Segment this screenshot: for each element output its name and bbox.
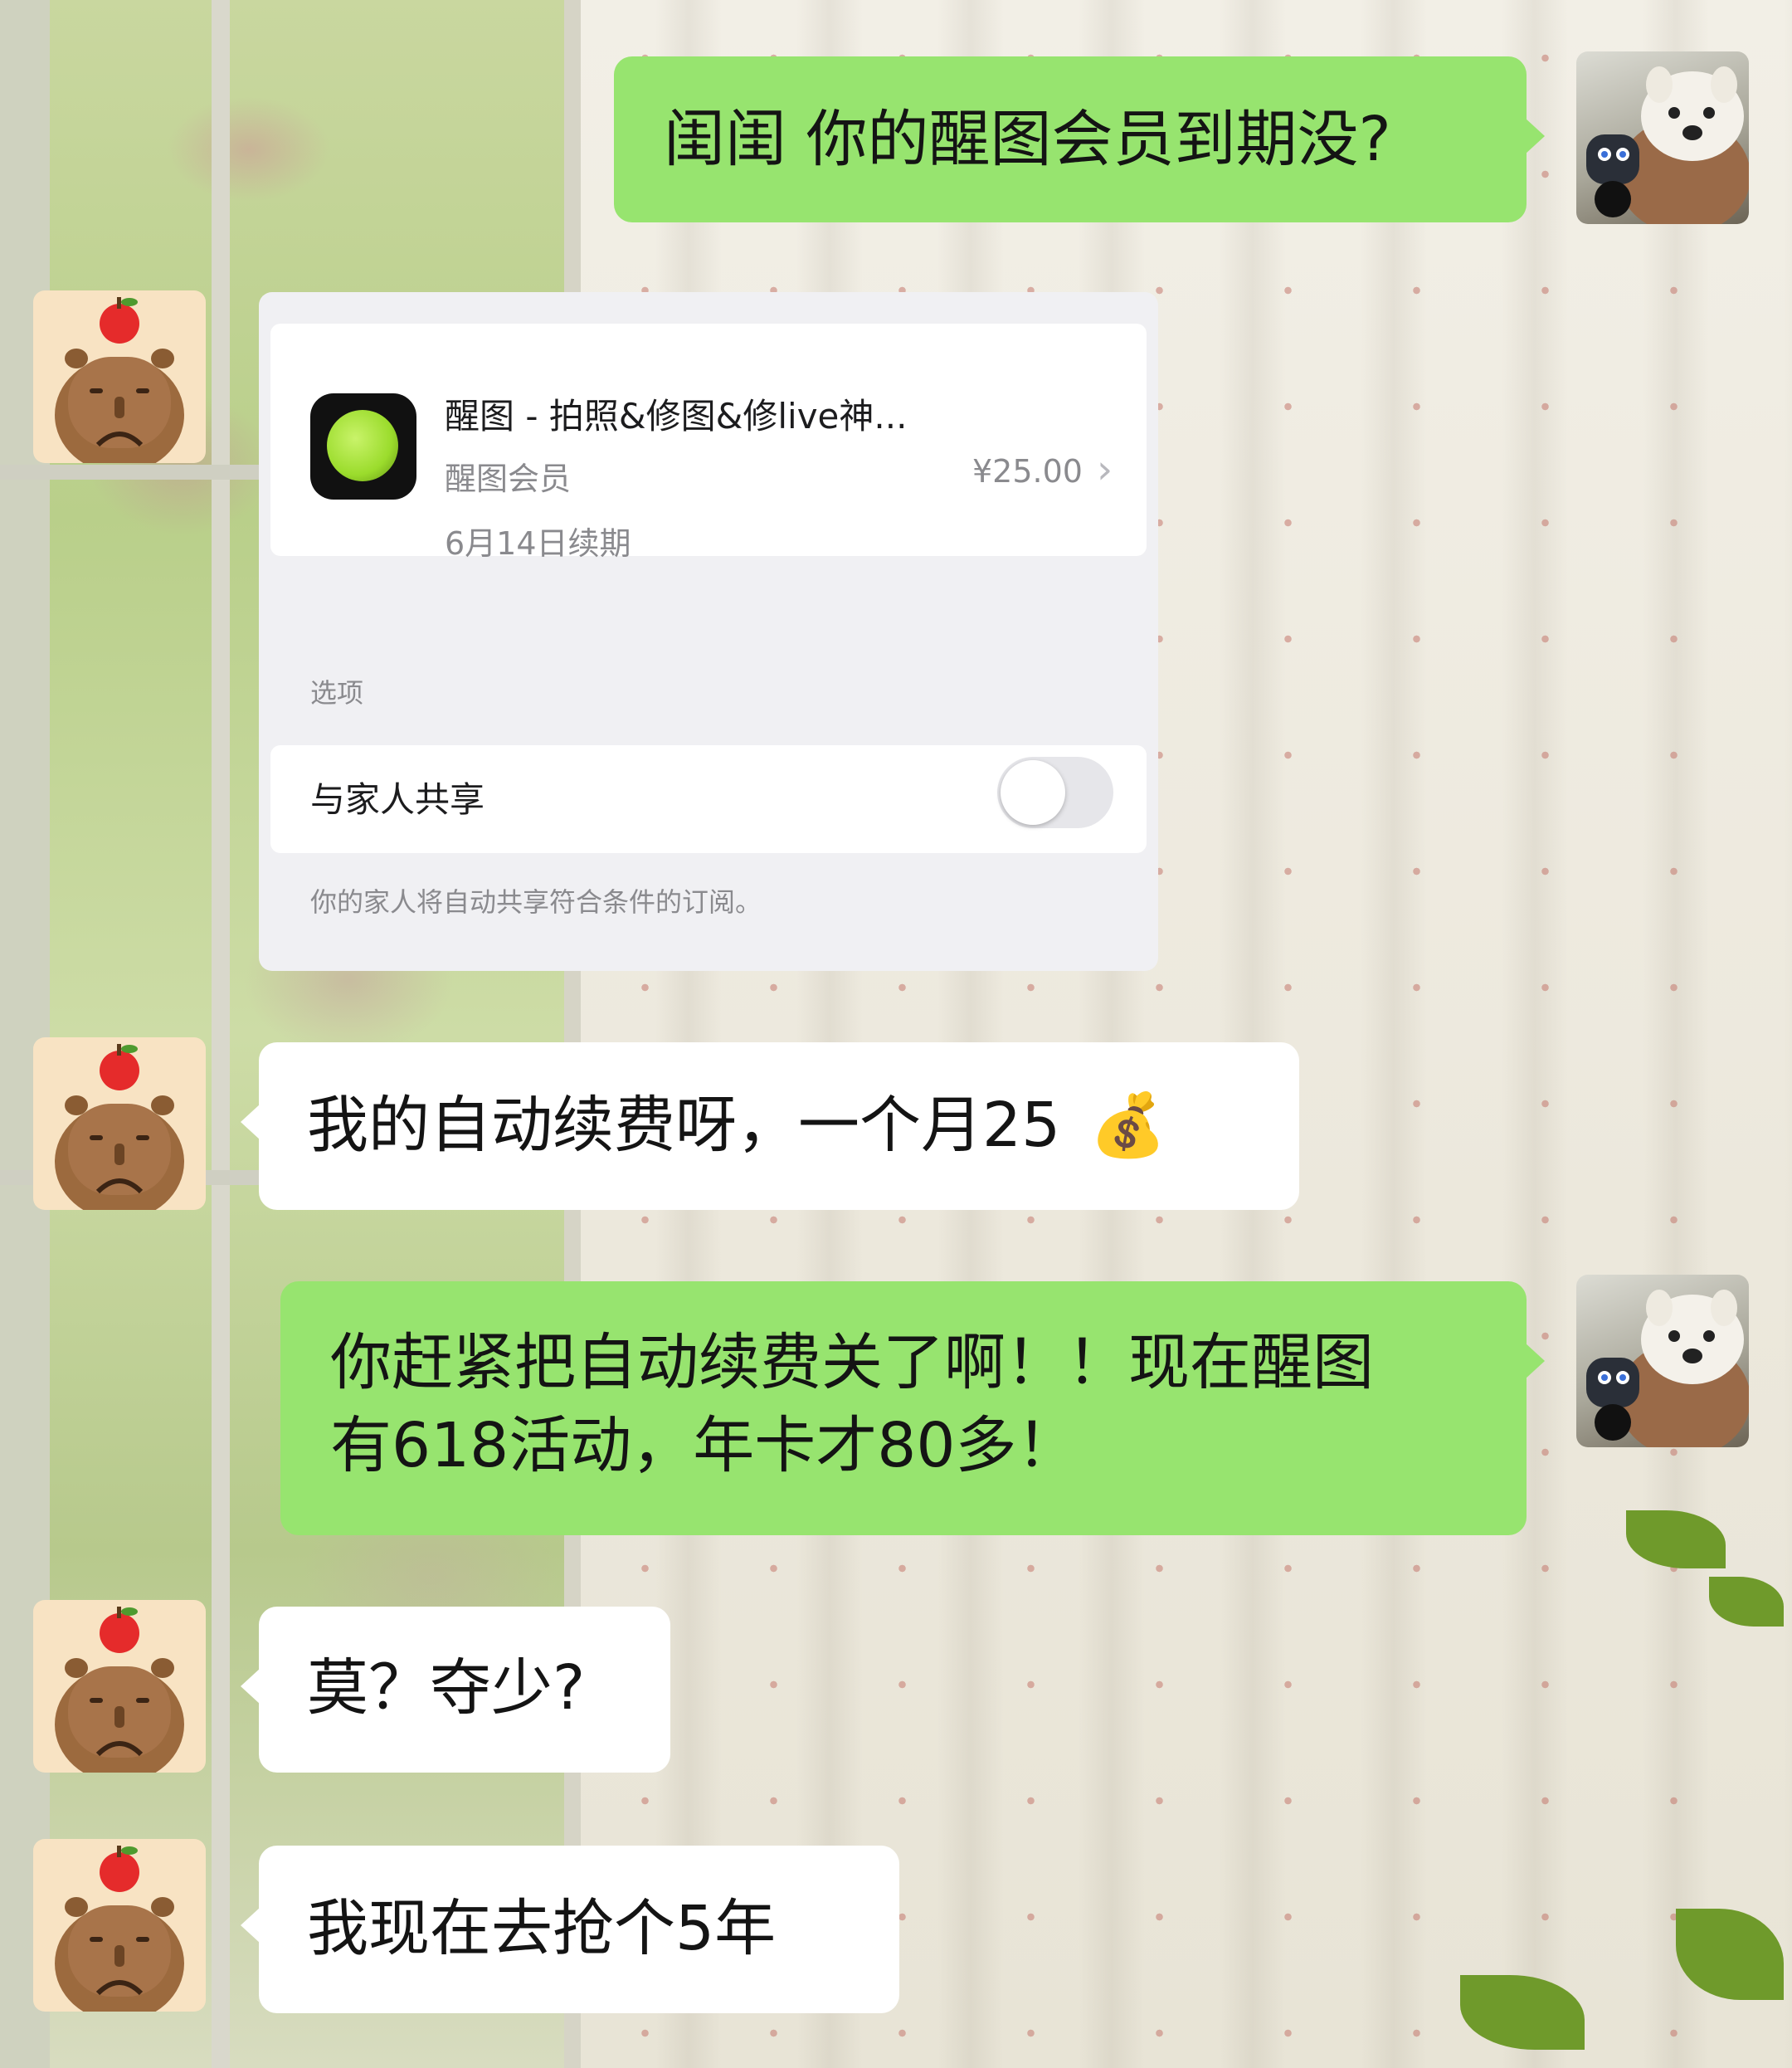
app-name: 醒图 - 拍照&修图&修live神... bbox=[445, 396, 908, 437]
money-bag-emoji: 💰 bbox=[1089, 1090, 1166, 1161]
samoyed-dog-avatar[interactable] bbox=[1576, 51, 1749, 224]
message-text: 我现在去抢个5年 bbox=[307, 1893, 777, 1964]
capybara-with-apple-avatar[interactable] bbox=[33, 1037, 206, 1210]
message-bubble-outgoing[interactable]: 闺闺 你的醒图会员到期没? bbox=[614, 56, 1545, 222]
renewal-date: 6月14日续期 bbox=[445, 525, 631, 562]
samoyed-dog-avatar[interactable] bbox=[1576, 1275, 1749, 1447]
capybara-with-apple-avatar[interactable] bbox=[33, 1839, 206, 2012]
message-text: 闺闺 你的醒图会员到期没? bbox=[664, 104, 1391, 175]
message-text: 我的自动续费呀，一个月25 bbox=[307, 1090, 1061, 1161]
message-text-line: 有618活动，年卡才80多！ bbox=[330, 1410, 1079, 1481]
subscription-screenshot-card[interactable]: 醒图 - 拍照&修图&修live神... 醒图会员 6月14日续期 ¥25.00… bbox=[259, 292, 1158, 971]
capybara-with-apple-avatar[interactable] bbox=[33, 290, 206, 463]
price: ¥25.00 bbox=[972, 453, 1083, 490]
xingtu-app-icon bbox=[310, 393, 416, 500]
message-bubble-incoming[interactable]: 我现在去抢个5年 bbox=[241, 1846, 899, 2013]
message-bubble-incoming[interactable]: 我的自动续费呀，一个月25 💰 bbox=[241, 1042, 1299, 1210]
capybara-with-apple-avatar[interactable] bbox=[33, 1600, 206, 1773]
options-header: 选项 bbox=[310, 677, 364, 709]
window-frame-mid bbox=[212, 0, 230, 2068]
share-toggle-switch[interactable] bbox=[997, 757, 1113, 828]
message-text-line: 你赶紧把自动续费关了啊！！现在醒图 bbox=[330, 1327, 1374, 1398]
message-text: 莫？夺少? bbox=[307, 1652, 586, 1724]
message-bubble-incoming[interactable]: 莫？夺少? bbox=[241, 1607, 670, 1773]
chevron-right-icon: › bbox=[1097, 446, 1113, 493]
plan-name: 醒图会员 bbox=[445, 461, 572, 497]
share-footnote: 你的家人将自动共享符合条件的订阅。 bbox=[310, 886, 762, 918]
message-bubble-outgoing[interactable]: 你赶紧把自动续费关了啊！！现在醒图 有618活动，年卡才80多！ bbox=[280, 1281, 1545, 1535]
share-label: 与家人共享 bbox=[310, 779, 485, 820]
